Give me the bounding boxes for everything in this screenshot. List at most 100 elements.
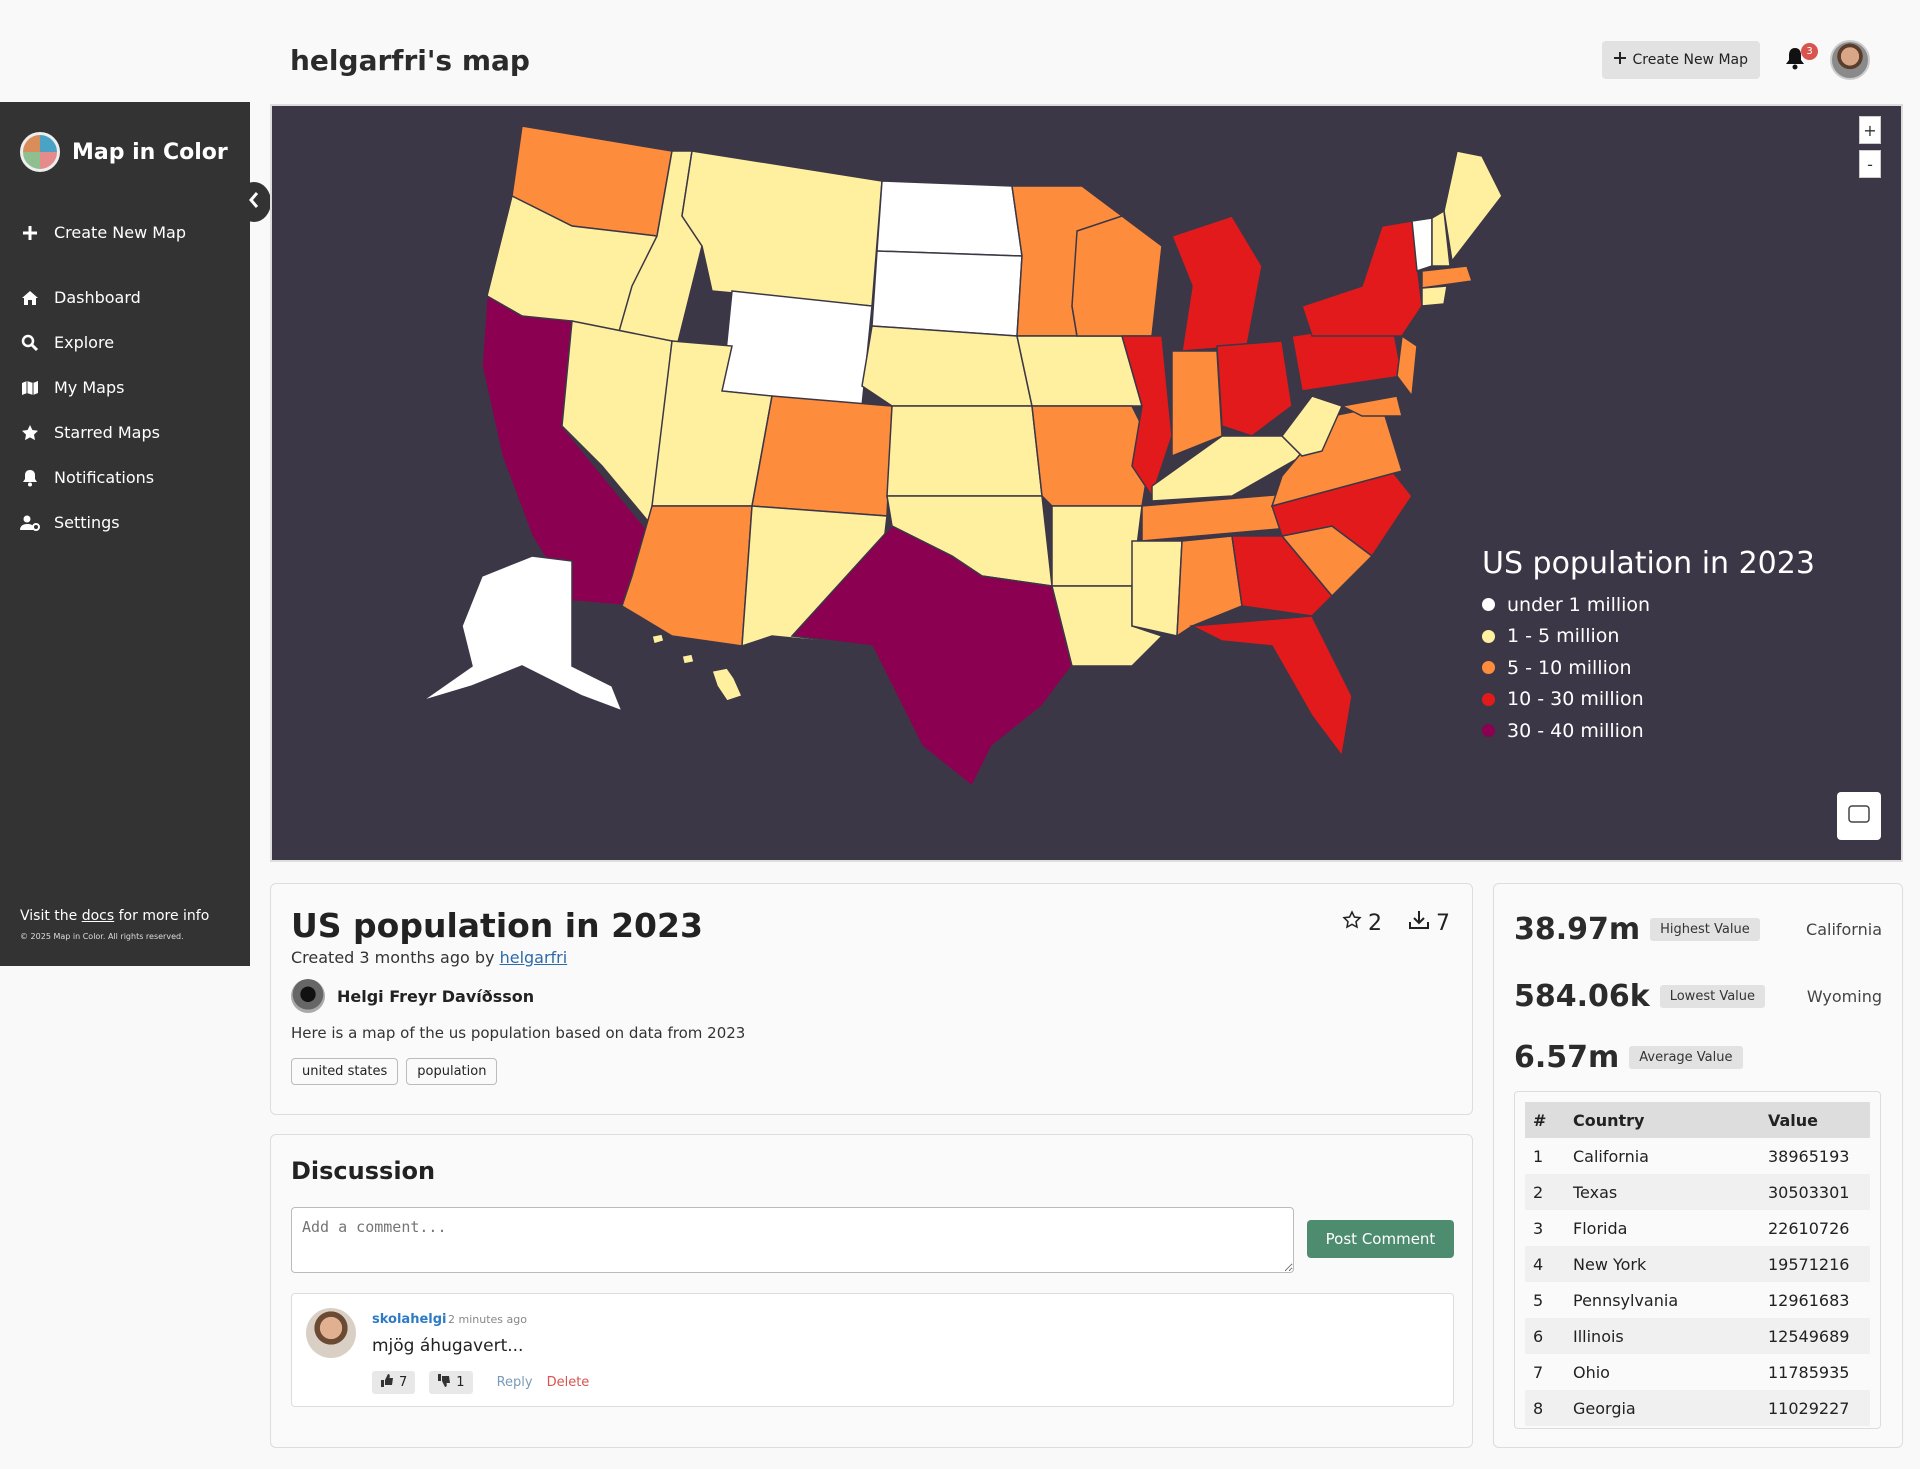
dislike-button[interactable]: 1 xyxy=(429,1371,473,1394)
commenter-avatar[interactable] xyxy=(306,1308,356,1358)
state-wyoming xyxy=(721,290,873,407)
table-row: 5 Pennsylvania 12961683 xyxy=(1525,1282,1870,1318)
column-header: # xyxy=(1525,1102,1565,1138)
commenter-username[interactable]: skolahelgi xyxy=(372,1312,446,1327)
download-button[interactable]: 7 xyxy=(1408,910,1450,936)
lowest-value: 584.06k Lowest Value xyxy=(1514,979,1766,1014)
star-button[interactable]: 2 xyxy=(1342,910,1382,936)
brand-logo[interactable]: Map in Color xyxy=(20,132,228,172)
thumbs-up-icon xyxy=(380,1374,394,1391)
created-text: Created 3 months ago by xyxy=(291,948,495,967)
zoom-in-button[interactable]: + xyxy=(1859,116,1881,144)
created-meta: Created 3 months ago by helgarfri xyxy=(291,948,567,967)
dislike-count: 1 xyxy=(456,1375,465,1390)
legend-swatch xyxy=(1482,629,1495,643)
map-description: Here is a map of the us population based… xyxy=(291,1024,746,1042)
tag[interactable]: united states xyxy=(291,1058,399,1085)
table-row: 1 California 38965193 xyxy=(1525,1138,1870,1174)
lowest-number: 584.06k xyxy=(1514,979,1650,1014)
notifications-button[interactable]: 3 xyxy=(1780,43,1818,77)
table-cell: Georgia xyxy=(1565,1390,1760,1426)
state-ohio xyxy=(1216,340,1293,437)
creator-link[interactable]: helgarfri xyxy=(500,948,568,967)
post-comment-button[interactable]: Post Comment xyxy=(1307,1220,1454,1258)
bell-icon xyxy=(20,469,40,487)
fullscreen-icon xyxy=(1848,805,1870,827)
legend-swatch xyxy=(1482,598,1495,612)
logo-icon xyxy=(20,132,60,172)
brand-name: Map in Color xyxy=(72,139,228,165)
state-wisconsin xyxy=(1071,215,1163,337)
legend-item: 1 - 5 million xyxy=(1482,621,1815,653)
sidebar-item-dashboard[interactable]: Dashboard xyxy=(20,275,240,320)
create-new-map-button[interactable]: Create New Map xyxy=(1601,41,1760,79)
plus-icon xyxy=(1613,52,1626,68)
state-iowa xyxy=(1016,335,1143,407)
star-icon xyxy=(20,424,40,442)
user-gear-icon xyxy=(20,515,40,531)
table-row: 8 Georgia 11029227 xyxy=(1525,1390,1870,1426)
sidebar-item-create-new-map[interactable]: Create New Map xyxy=(20,210,240,255)
sidebar: Map in Color Create New Map Dashboard Ex… xyxy=(0,102,271,966)
reply-button[interactable]: Reply xyxy=(497,1375,533,1390)
sidebar-item-settings[interactable]: Settings xyxy=(20,500,240,545)
state-nebraska xyxy=(861,325,1033,407)
thumbs-down-icon xyxy=(437,1374,451,1391)
like-count: 7 xyxy=(399,1375,408,1390)
legend-swatch xyxy=(1482,661,1495,675)
author[interactable]: Helgi Freyr Davíðsson xyxy=(291,979,534,1013)
sidebar-item-my-maps[interactable]: My Maps xyxy=(20,365,240,410)
search-icon xyxy=(20,334,40,352)
table-cell: 1 xyxy=(1533,1146,1544,1166)
plus-icon xyxy=(20,225,40,241)
ranking-table-container[interactable]: # Country Value 1 California 38965193 2 Tex… xyxy=(1514,1091,1881,1429)
map-panel[interactable]: + - US population in 2023 under 1 millio… xyxy=(270,104,1903,862)
sidebar-item-starred-maps[interactable]: Starred Maps xyxy=(20,410,240,455)
table-cell: 11029227 xyxy=(1760,1390,1870,1426)
discussion-title: Discussion xyxy=(291,1157,436,1185)
star-outline-icon xyxy=(1342,910,1362,936)
table-cell: 5 xyxy=(1533,1290,1544,1310)
table-cell: Texas xyxy=(1565,1174,1760,1210)
map-stats: 2 7 xyxy=(1342,910,1450,936)
state-mississippi xyxy=(1131,540,1183,637)
state-south-dakota xyxy=(871,250,1023,337)
zoom-out-button[interactable]: - xyxy=(1859,150,1881,178)
state-new-york xyxy=(1301,220,1423,337)
table-cell: 22610726 xyxy=(1768,1218,1850,1238)
state-indiana xyxy=(1171,350,1223,458)
sidebar-item-label: Starred Maps xyxy=(54,423,160,442)
state-montana xyxy=(681,150,883,307)
tag-list: united states population xyxy=(291,1058,498,1085)
like-button[interactable]: 7 xyxy=(372,1371,416,1394)
top-actions: Create New Map 3 xyxy=(1601,40,1870,80)
map-info-card: US population in 2023 2 7 Created 3 mont… xyxy=(270,883,1473,1115)
state-florida xyxy=(1189,615,1353,758)
table-cell: 4 xyxy=(1525,1246,1565,1282)
state-michigan xyxy=(1171,215,1263,352)
user-avatar[interactable] xyxy=(1830,40,1870,80)
us-map[interactable] xyxy=(272,106,1903,862)
docs-link[interactable]: docs xyxy=(82,908,114,924)
sidebar-item-explore[interactable]: Explore xyxy=(20,320,240,365)
create-new-map-label: Create New Map xyxy=(1632,52,1749,68)
state-massachusetts xyxy=(1421,265,1473,289)
sidebar-nav: Create New Map Dashboard Explore My Maps… xyxy=(20,210,240,545)
sidebar-item-label: Settings xyxy=(54,513,120,532)
delete-button[interactable]: Delete xyxy=(547,1375,590,1390)
table-cell: 12961683 xyxy=(1768,1290,1850,1310)
tag[interactable]: population xyxy=(406,1058,498,1085)
author-name: Helgi Freyr Davíðsson xyxy=(337,986,535,1006)
lowest-place: Wyoming xyxy=(1806,987,1882,1006)
comment-actions: 7 1 Reply Delete xyxy=(372,1371,589,1394)
sidebar-item-notifications[interactable]: Notifications xyxy=(20,455,240,500)
state-alabama xyxy=(1176,535,1243,638)
fullscreen-button[interactable] xyxy=(1837,792,1881,840)
collapse-sidebar-button[interactable] xyxy=(237,182,271,222)
table-cell: Florida xyxy=(1573,1218,1628,1238)
comment-text: mjög áhugavert... xyxy=(372,1336,524,1356)
sidebar-item-label: Create New Map xyxy=(54,223,186,242)
table-row: 6 Illinois 12549689 xyxy=(1525,1318,1870,1354)
comment-input[interactable] xyxy=(291,1207,1294,1273)
table-cell: 19571216 xyxy=(1760,1246,1870,1282)
